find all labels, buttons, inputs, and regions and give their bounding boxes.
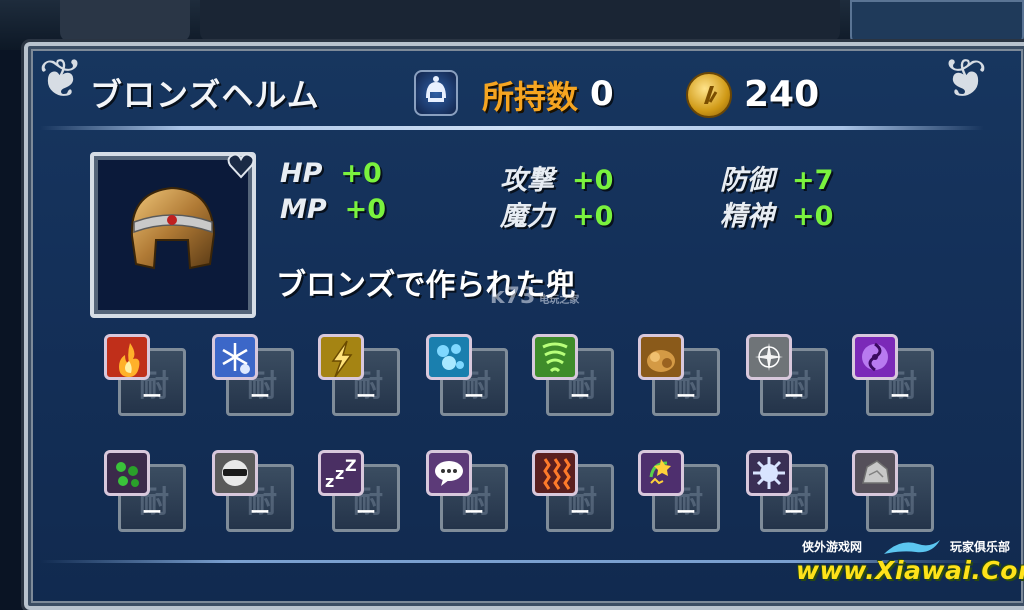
resistance-value: ー <box>676 500 696 524</box>
resistance-slot: 耐ー <box>104 450 188 536</box>
stat-value: +0 <box>572 165 614 196</box>
resistance-value: ー <box>784 384 804 408</box>
water-icon <box>426 334 472 380</box>
stat-hp: HP +0 <box>280 158 382 189</box>
fire-icon <box>104 334 150 380</box>
item-header: ブロンズヘルム 所持数 0 240 <box>62 62 982 124</box>
watermark-subtext: 电玩之家 <box>539 295 580 306</box>
svg-text:z: z <box>325 472 334 491</box>
stat-magic: 魔力 +0 <box>500 194 613 233</box>
resistance-value: ー <box>890 384 910 408</box>
resistance-slot: 耐ー <box>318 334 402 420</box>
resistance-value: ー <box>356 384 376 408</box>
resistance-slot: 耐ー <box>638 450 722 536</box>
disease-icon <box>746 450 792 496</box>
ice-icon <box>212 334 258 380</box>
header-divider <box>40 126 984 130</box>
resistance-slot: 耐ー <box>532 334 616 420</box>
item-portrait-frame <box>90 152 256 318</box>
stat-label: HP <box>280 158 323 189</box>
resistance-value: ー <box>142 500 162 524</box>
resistance-slot: 耐ー <box>104 334 188 420</box>
stat-value: +0 <box>340 158 382 189</box>
stat-label: 攻撃 <box>500 165 554 196</box>
confuse-icon <box>638 450 684 496</box>
resistance-value: ー <box>570 384 590 408</box>
stat-value: +0 <box>572 201 614 232</box>
background-tile <box>200 0 840 42</box>
resistance-slot: 耐ー <box>532 450 616 536</box>
background-tile <box>60 0 190 42</box>
coin-emblem-icon <box>704 86 718 104</box>
resistance-slot: 耐ー <box>638 334 722 420</box>
stat-label: 精神 <box>720 201 774 232</box>
stat-label: MP <box>280 194 327 225</box>
resistance-value: ー <box>250 500 270 524</box>
background-tile <box>850 0 1024 46</box>
watermark: k73 电玩之家 <box>490 284 579 309</box>
owned-count-label: 所持数 <box>482 78 579 116</box>
resistance-slot: 耐ー <box>852 334 936 420</box>
silence-icon <box>426 450 472 496</box>
stat-label: 防御 <box>720 165 774 196</box>
resistance-value: ー <box>356 500 376 524</box>
stat-mp: MP +0 <box>280 194 386 225</box>
gil-value: 240 <box>744 74 820 115</box>
resistance-slot: 耐ー <box>852 450 936 536</box>
resistance-slot: 耐ー <box>426 334 510 420</box>
poison-icon <box>104 450 150 496</box>
gil-coin-icon <box>686 72 732 118</box>
site-branding: 侠外游戏网 玩家俱乐部 www.Xiawai.Com <box>796 536 1024 598</box>
resistance-value: ー <box>250 384 270 408</box>
resistance-value: ー <box>464 384 484 408</box>
stat-value: +0 <box>344 194 387 225</box>
stat-label: 魔力 <box>500 201 554 232</box>
resistance-slot: 耐ー <box>212 450 296 536</box>
branding-left-text: 侠外游戏网 <box>802 540 863 554</box>
paralyze-icon <box>532 450 578 496</box>
stat-spirit: 精神 +0 <box>720 194 833 233</box>
resistance-slot: 耐ー <box>746 450 830 536</box>
resistance-slot: 耐ーzzZ <box>318 450 402 536</box>
resistance-value: ー <box>676 384 696 408</box>
branding-right-text: 玩家俱乐部 <box>950 540 1011 554</box>
favorite-heart-icon[interactable] <box>226 150 256 180</box>
resistance-value: ー <box>464 500 484 524</box>
resistance-slot: 耐ー <box>212 334 296 420</box>
lightning-icon <box>318 334 364 380</box>
resistance-slot: 耐ー <box>426 450 510 536</box>
branding-url: www.Xiawai.Com <box>796 556 1024 585</box>
stat-defense: 防御 +7 <box>720 158 833 197</box>
blind-icon <box>212 450 258 496</box>
stat-value: +0 <box>792 201 834 232</box>
wind-icon <box>532 334 578 380</box>
resistance-value: ー <box>570 500 590 524</box>
armor-type-icon <box>414 70 458 116</box>
resistance-value: ー <box>142 384 162 408</box>
earth-icon <box>638 334 684 380</box>
petrify-icon <box>852 450 898 496</box>
resistance-value: ー <box>784 500 804 524</box>
item-name: ブロンズヘルム <box>90 76 320 114</box>
svg-text:z: z <box>335 464 344 483</box>
owned-count-value: 0 <box>590 74 614 114</box>
sleep-icon: zzZ <box>318 450 364 496</box>
watermark-text: k73 <box>490 284 536 309</box>
stat-value: +7 <box>792 165 834 196</box>
svg-text:Z: Z <box>345 456 357 475</box>
resistance-slot: 耐ー <box>746 334 830 420</box>
dark-icon <box>852 334 898 380</box>
holy-icon <box>746 334 792 380</box>
wave-logo-icon <box>884 540 940 554</box>
stat-attack: 攻撃 +0 <box>500 158 613 197</box>
resistance-value: ー <box>890 500 910 524</box>
helmet-type-icon <box>426 76 446 102</box>
